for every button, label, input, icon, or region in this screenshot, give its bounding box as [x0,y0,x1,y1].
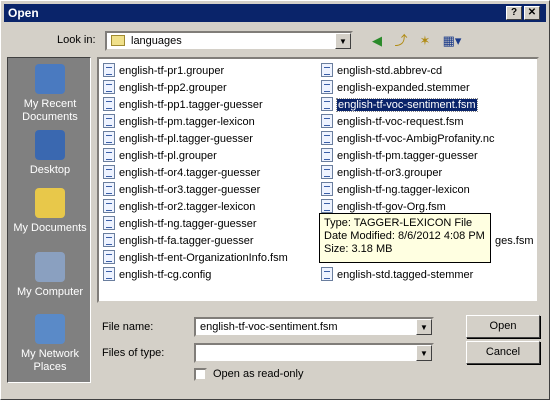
file-icon [103,131,115,145]
list-item[interactable]: english-expanded.stemmer [321,80,470,96]
list-item[interactable]: english-tf-pr1.grouper [103,63,224,79]
file-icon [103,63,115,77]
file-icon [103,199,115,213]
desktop-icon [35,130,65,160]
tooltip-size: Size: 3.18 MB [324,243,393,255]
file-icon [103,182,115,196]
recent-documents-icon [35,64,65,94]
read-only-label: Open as read-only [213,368,304,380]
back-arrow-icon[interactable]: ◀ [367,32,387,50]
network-places-icon [35,314,65,344]
list-item[interactable]: english-tf-pl.grouper [103,148,217,164]
place-label: My Computer [16,286,84,298]
file-icon [321,114,333,128]
file-icon [103,216,115,230]
list-item[interactable]: english-tf-pl.tagger-guesser [103,131,253,147]
file-icon [103,97,115,111]
my-computer-icon [35,252,65,282]
list-item[interactable]: english-tf-voc-request.fsm [321,114,464,130]
open-dialog: Open ? ✕ Look in: languages ▼ ◀ ⤴ ✶ ▦▾ M… [0,0,550,400]
list-item[interactable]: english-tf-or3.tagger-guesser [103,182,260,198]
file-icon [103,250,115,264]
close-button[interactable]: ✕ [524,6,540,20]
list-item[interactable]: english-tf-or3.grouper [321,165,442,181]
views-menu-icon[interactable]: ▦▾ [439,32,465,50]
file-icon [103,148,115,162]
list-item[interactable]: english-tf-ng.tagger-guesser [103,216,257,232]
up-folder-icon[interactable]: ⤴ [391,32,411,50]
list-item-selected[interactable]: english-tf-voc-sentiment.fsm [321,97,478,113]
list-item[interactable]: english-tf-ent-OrganizationInfo.fsm [103,250,288,266]
place-network[interactable]: My Network Places [8,314,92,374]
list-item[interactable]: english-tf-pp1.tagger-guesser [103,97,263,113]
file-icon [321,148,333,162]
new-folder-icon[interactable]: ✶ [415,32,435,50]
list-item[interactable]: ges.fsm [495,233,534,249]
tooltip-type: Type: TAGGER-LEXICON File [324,217,473,229]
file-icon [103,80,115,94]
look-in-value: languages [131,35,182,47]
file-name-value: english-tf-voc-sentiment.fsm [200,321,338,333]
read-only-checkbox[interactable] [194,368,207,381]
place-desktop[interactable]: Desktop [8,130,92,177]
file-icon [103,114,115,128]
cancel-button[interactable]: Cancel [466,341,540,364]
list-item[interactable]: english-tf-cg.config [103,267,211,283]
help-button[interactable]: ? [506,6,522,20]
place-label: My Network Places [20,348,80,373]
list-item[interactable]: english-tf-pm.tagger-lexicon [103,114,255,130]
place-recent[interactable]: My Recent Documents [8,64,92,124]
list-item[interactable]: english-tf-or4.tagger-guesser [103,165,260,181]
open-button[interactable]: Open [466,315,540,338]
file-icon [321,267,333,281]
list-item[interactable]: english-std.tagged-stemmer [321,267,473,283]
files-of-type-label: Files of type: [102,347,165,359]
list-item[interactable]: english-tf-pp2.grouper [103,80,227,96]
folder-icon [111,35,125,46]
list-item[interactable]: english-tf-fa.tagger-guesser [103,233,254,249]
file-icon [321,80,333,94]
file-icon [321,63,333,77]
file-list[interactable]: english-tf-pr1.grouper english-tf-pp2.gr… [97,57,539,303]
list-item[interactable]: english-std.abbrev-cd [321,63,442,79]
chevron-down-icon[interactable]: ▼ [416,319,432,335]
file-icon [321,165,333,179]
place-my-documents[interactable]: My Documents [8,188,92,235]
file-icon [321,199,333,213]
file-icon [321,97,333,111]
list-item[interactable]: english-tf-ng.tagger-lexicon [321,182,470,198]
title-bar[interactable]: Open ? ✕ [4,4,546,22]
file-icon [321,131,333,145]
look-in-label: Look in: [57,34,96,46]
places-bar: My Recent Documents Desktop My Documents… [7,57,91,383]
place-label: My Documents [13,222,87,234]
file-icon [103,165,115,179]
tooltip-date: Date Modified: 8/6/2012 4:08 PM [324,230,485,242]
file-tooltip: Type: TAGGER-LEXICON File Date Modified:… [319,213,491,263]
file-name-combo[interactable]: english-tf-voc-sentiment.fsm ▼ [194,317,434,337]
chevron-down-icon[interactable]: ▼ [416,345,432,361]
place-label: Desktop [29,164,71,176]
place-my-computer[interactable]: My Computer [8,252,92,299]
look-in-combo[interactable]: languages ▼ [105,31,353,51]
chevron-down-icon[interactable]: ▼ [335,33,351,49]
place-label: My Recent Documents [22,98,78,123]
files-of-type-combo[interactable]: ▼ [194,343,434,363]
dialog-title: Open [8,6,39,20]
file-name-label: File name: [102,321,154,333]
list-item[interactable]: english-tf-pm.tagger-guesser [321,148,478,164]
list-item[interactable]: english-tf-voc-AmbigProfanity.nc [321,131,495,147]
file-icon [103,267,115,281]
list-item[interactable]: english-tf-or2.tagger-lexicon [103,199,255,215]
my-documents-icon [35,188,65,218]
file-icon [103,233,115,247]
file-icon [321,182,333,196]
